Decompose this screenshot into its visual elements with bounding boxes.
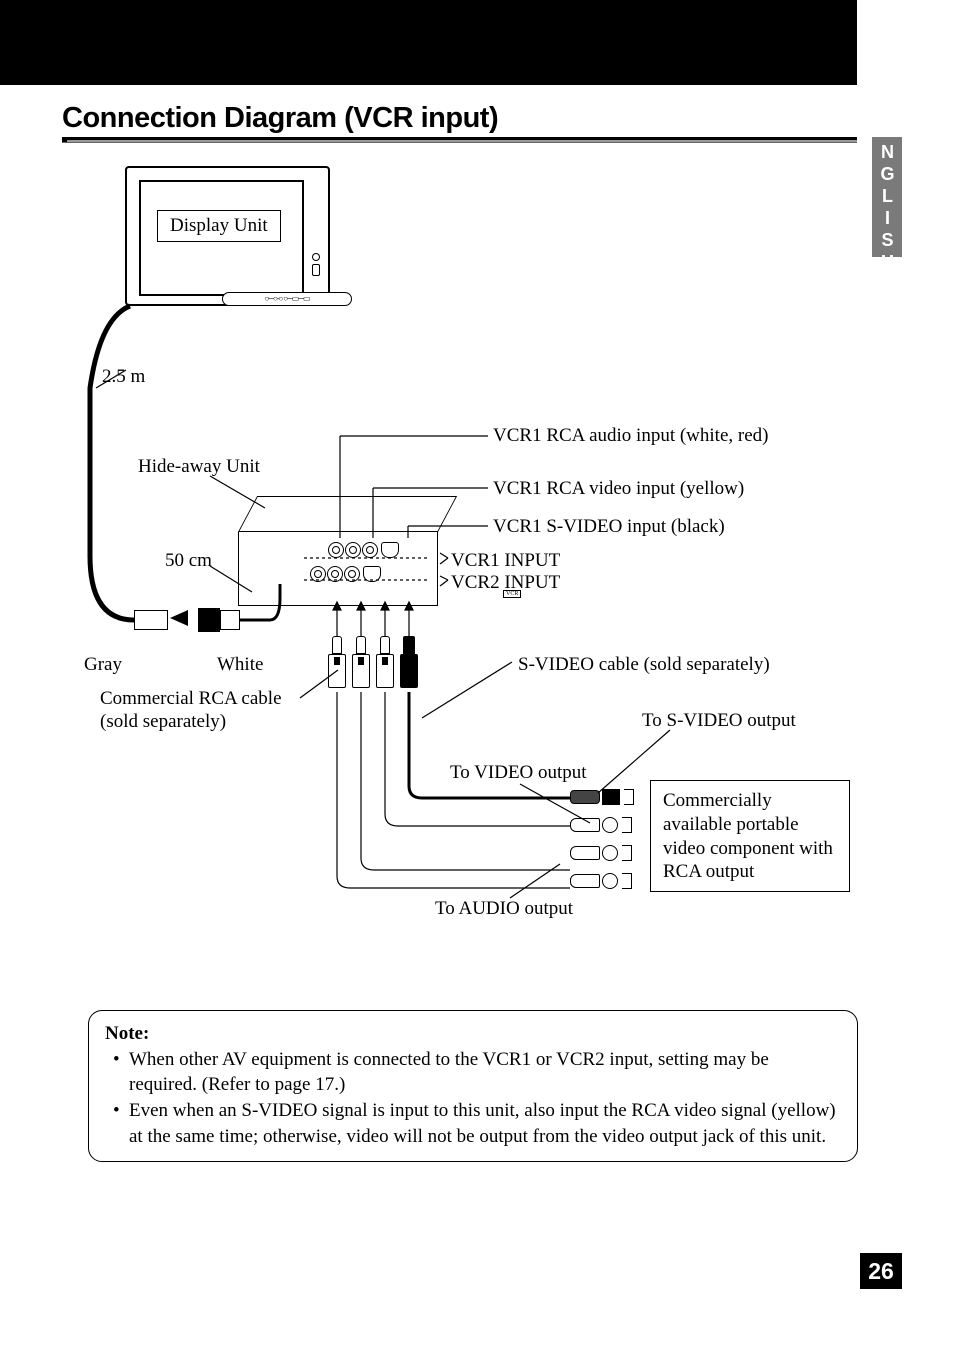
language-tab: ENGLISH	[872, 137, 902, 257]
arrow-icon	[170, 610, 188, 626]
label-commercial-rca: Commercial RCA cable (sold separately)	[100, 688, 300, 734]
page-number: 26	[860, 1253, 902, 1289]
section-title: Connection Diagram (VCR input)	[62, 102, 857, 135]
label-white: White	[217, 654, 263, 677]
top-black-bar	[0, 0, 857, 85]
label-50cm: 50 cm	[165, 550, 212, 573]
section-title-block: Connection Diagram (VCR input)	[62, 102, 857, 143]
label-vcr1-svideo: VCR1 S-VIDEO input (black)	[493, 516, 725, 539]
label-vcr1-video: VCR1 RCA video input (yellow)	[493, 478, 744, 501]
vcr2-ports	[310, 566, 381, 587]
rca-plug-white	[328, 636, 346, 692]
display-buttons	[312, 253, 322, 279]
section-underline	[62, 137, 857, 143]
display-unit-label: Display Unit	[157, 210, 281, 242]
label-vcr2-input: VCR2 INPUT	[451, 572, 560, 595]
note-item: Even when an S-VIDEO signal is input to …	[113, 1098, 841, 1149]
rca-plug-yellow	[376, 636, 394, 692]
diagram: Display Unit ○─○-○ ○─▭─▭ VCR Commerciall…	[70, 158, 855, 938]
portable-video-component-label: Commercially available portable video co…	[663, 790, 833, 882]
svideo-plug	[400, 636, 418, 692]
note-box: Note: When other AV equipment is connect…	[88, 1010, 858, 1162]
vcr1-ports: VCR	[328, 542, 399, 563]
label-svideo-cable: S-VIDEO cable (sold separately)	[518, 654, 770, 677]
rca-plug-red	[352, 636, 370, 692]
label-25m: 2.5 m	[102, 366, 145, 389]
gray-connector-left	[134, 610, 168, 630]
portable-video-component-box: Commercially available portable video co…	[650, 780, 850, 892]
display-port-strip: ○─○-○ ○─▭─▭	[222, 292, 352, 306]
white-connector-body	[220, 610, 240, 630]
label-vcr1-audio: VCR1 RCA audio input (white, red)	[493, 425, 768, 448]
portable-component-jacks	[570, 784, 634, 896]
label-vcr1-input: VCR1 INPUT	[451, 550, 560, 573]
white-connector-plug	[198, 608, 220, 632]
label-hideaway: Hide-away Unit	[138, 456, 260, 479]
label-to-audio: To AUDIO output	[435, 898, 573, 921]
note-heading: Note:	[105, 1021, 841, 1047]
label-to-svideo: To S-VIDEO output	[642, 710, 796, 733]
display-unit: Display Unit ○─○-○ ○─▭─▭	[125, 166, 330, 306]
label-to-video: To VIDEO output	[450, 762, 587, 785]
label-gray: Gray	[84, 654, 122, 677]
hideaway-unit: VCR	[238, 496, 438, 606]
note-item: When other AV equipment is connected to …	[113, 1047, 841, 1098]
